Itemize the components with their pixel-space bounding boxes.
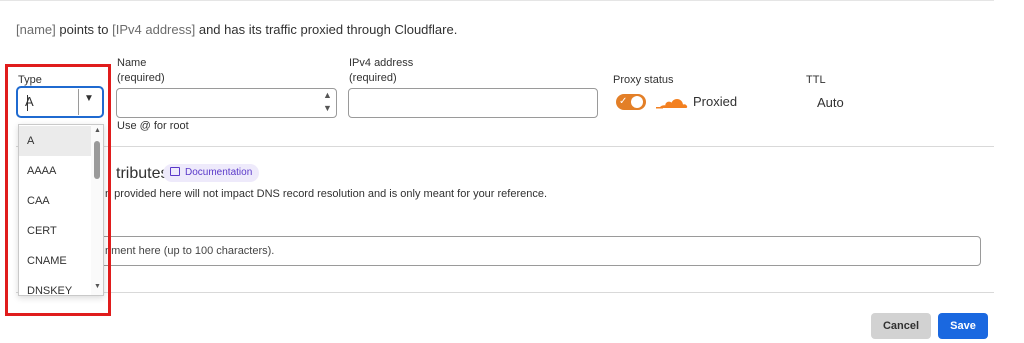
cloud-icon — [656, 99, 688, 109]
proxy-toggle[interactable]: ✓ — [616, 94, 646, 110]
ipv4-input[interactable] — [348, 88, 598, 118]
documentation-label: Documentation — [185, 167, 253, 178]
ttl-value[interactable]: Auto — [817, 95, 844, 110]
proxy-status-value: Proxied — [693, 94, 738, 109]
cancel-button[interactable]: Cancel — [871, 313, 931, 339]
spin-up-icon[interactable]: ▲ — [323, 90, 332, 100]
record-description: [name] points to [IPv4 address] and has … — [16, 22, 457, 37]
description-rest: and has its traffic proxied through Clou… — [195, 22, 458, 37]
ipv4-required-label: (required) — [349, 72, 397, 84]
name-token: [name] — [16, 22, 56, 37]
name-required-label: (required) — [117, 72, 165, 84]
toggle-knob — [631, 96, 643, 108]
highlight-box — [5, 64, 111, 316]
name-label: Name — [117, 57, 147, 69]
spin-down-icon[interactable]: ▼ — [323, 103, 332, 113]
top-divider — [0, 0, 994, 1]
book-icon — [170, 167, 180, 176]
check-icon: ✓ — [619, 96, 628, 107]
footer-divider — [16, 292, 994, 293]
save-button[interactable]: Save — [938, 313, 988, 339]
ip-token: [IPv4 address] — [112, 22, 196, 37]
name-help-text: Use @ for root — [117, 120, 189, 132]
attributes-note: n provided here will not impact DNS reco… — [105, 188, 548, 200]
proxy-status-label: Proxy status — [613, 74, 674, 86]
comment-placeholder: nment here (up to 100 characters). — [105, 245, 275, 257]
documentation-link[interactable]: Documentation — [163, 164, 260, 182]
comment-input[interactable]: nment here (up to 100 characters). — [72, 236, 981, 266]
name-input[interactable]: ▲ ▼ — [116, 88, 337, 118]
ipv4-label: IPv4 address — [349, 57, 414, 69]
section-divider — [16, 146, 994, 147]
ttl-label: TTL — [806, 74, 826, 86]
attributes-heading: tributes — [116, 165, 169, 182]
description-points-to: points to — [55, 22, 113, 37]
